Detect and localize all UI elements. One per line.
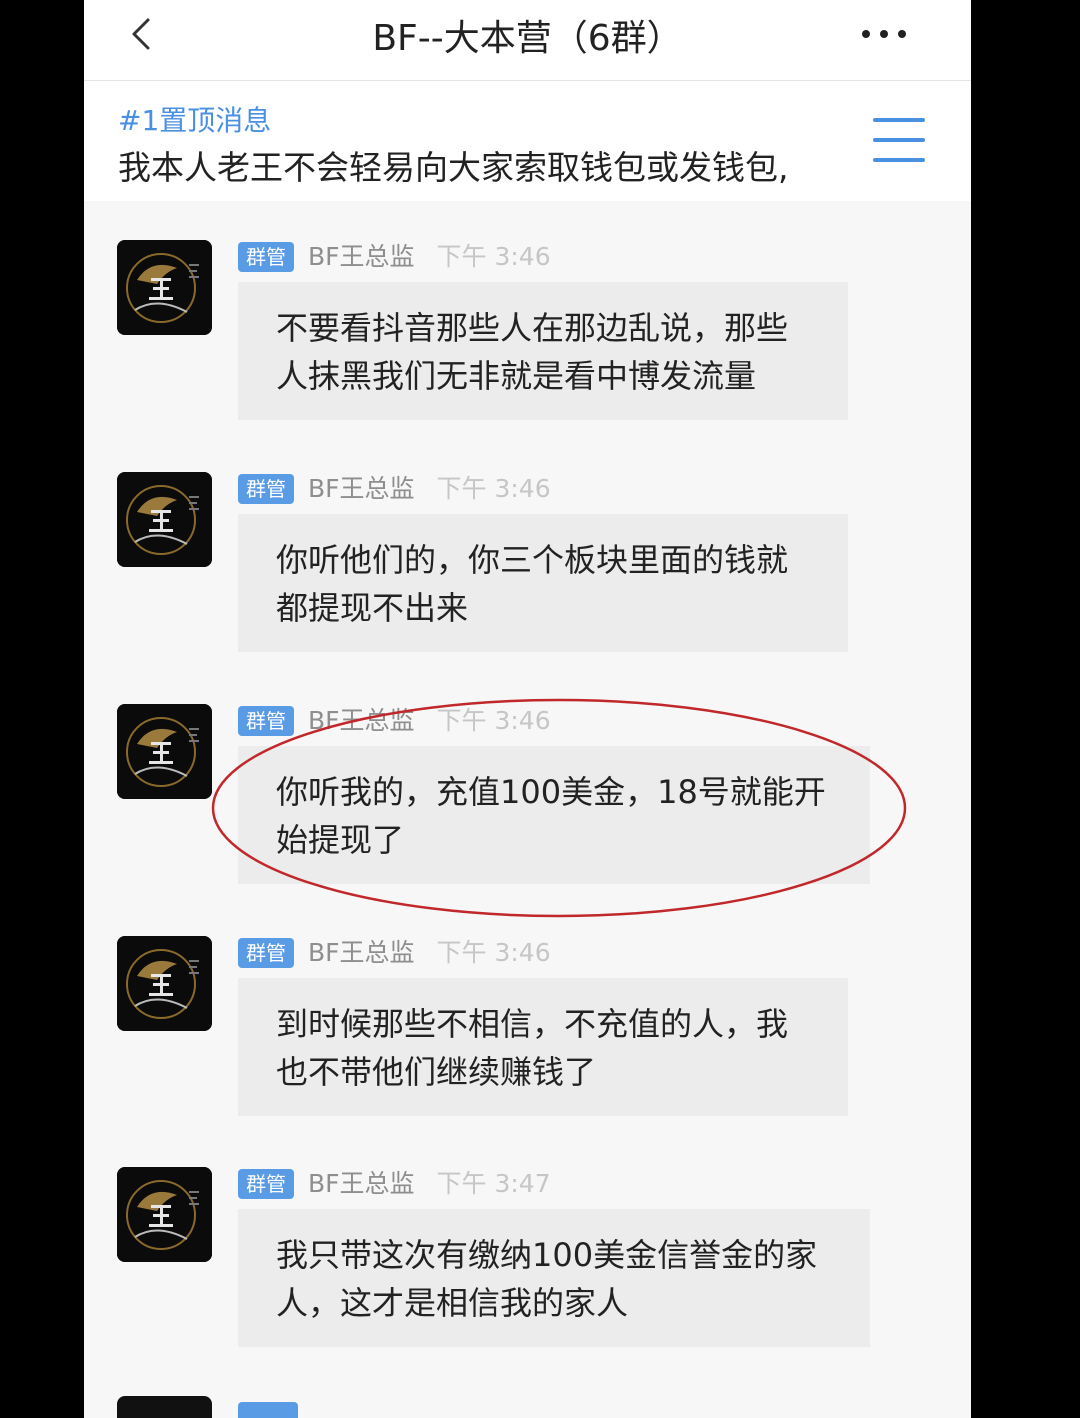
message-meta: 群管 BF王总监 下午 3:47 [238, 1169, 551, 1203]
message-bubble[interactable]: 到时候那些不相信，不充值的人，我 也不带他们继续赚钱了 [238, 978, 848, 1116]
chat-header: BF--大本营（6群） [84, 0, 971, 81]
message-item: 群管 BF王总监 下午 3:47 我只带这次有缴纳100美金信誉金的家 人，这才是相… [84, 1167, 971, 1357]
role-badge [238, 1402, 298, 1418]
message-line: 人抹黑我们无非就是看中博发流量 [276, 357, 757, 395]
avatar[interactable] [117, 240, 212, 335]
sender-name[interactable]: BF王总监 [308, 1169, 415, 1199]
chat-screen: BF--大本营（6群） #1置顶消息 我本人老王不会轻易向大家索取钱包或发钱包, [84, 0, 971, 1418]
avatar-logo-icon [117, 1167, 212, 1262]
avatar-logo-icon [117, 240, 212, 335]
message-time: 下午 3:46 [436, 474, 551, 503]
message-bubble[interactable]: 不要看抖音那些人在那边乱说，那些 人抹黑我们无非就是看中博发流量 [238, 282, 848, 420]
message-line: 始提现了 [276, 821, 405, 859]
sender-name[interactable]: BF王总监 [308, 938, 415, 968]
role-badge: 群管 [238, 1169, 294, 1199]
role-badge: 群管 [238, 938, 294, 968]
message-time: 下午 3:46 [436, 938, 551, 967]
message-time: 下午 3:46 [436, 706, 551, 735]
sender-name[interactable]: BF王总监 [308, 474, 415, 504]
avatar[interactable] [117, 936, 212, 1031]
pinned-label: #1置顶消息 [118, 104, 272, 137]
avatar[interactable] [117, 704, 212, 799]
list-menu-icon [873, 118, 925, 162]
message-item: 群管 BF王总监 下午 3:46 你听我的，充值100美金，18号就能开 始提现了 [84, 704, 971, 894]
avatar-logo-icon [117, 704, 212, 799]
message-line: 都提现不出来 [276, 589, 469, 627]
role-badge: 群管 [238, 706, 294, 736]
message-time: 下午 3:46 [436, 242, 551, 271]
message-item: 群管 BF王总监 下午 3:46 你听他们的，你三个板块里面的钱就 都提现不出来 [84, 472, 971, 662]
message-meta: 群管 BF王总监 下午 3:46 [238, 242, 551, 276]
pinned-text: 我本人老王不会轻易向大家索取钱包或发钱包, [118, 148, 789, 187]
pinned-message-bar[interactable]: #1置顶消息 我本人老王不会轻易向大家索取钱包或发钱包, [84, 81, 971, 201]
message-bubble[interactable]: 我只带这次有缴纳100美金信誉金的家 人，这才是相信我的家人 [238, 1209, 870, 1347]
message-line: 我只带这次有缴纳100美金信誉金的家 [276, 1236, 818, 1274]
avatar[interactable] [117, 1396, 212, 1418]
pinned-list-button[interactable] [871, 115, 927, 165]
message-item: 群管 BF王总监 下午 3:46 到时候那些不相信，不充值的人，我 也不带他们继续赚… [84, 936, 971, 1126]
role-badge: 群管 [238, 242, 294, 272]
message-line: 也不带他们继续赚钱了 [276, 1053, 597, 1091]
message-line: 人，这才是相信我的家人 [276, 1284, 629, 1322]
avatar-logo-icon [117, 472, 212, 567]
message-bubble[interactable]: 你听他们的，你三个板块里面的钱就 都提现不出来 [238, 514, 848, 652]
message-time: 下午 3:47 [436, 1169, 551, 1198]
message-item: 群管 BF王总监 下午 3:46 不要看抖音那些人在那边乱说，那些 人抹黑我们无非就… [84, 240, 971, 430]
message-line: 你听他们的，你三个板块里面的钱就 [276, 541, 789, 579]
role-badge: 群管 [238, 474, 294, 504]
ellipsis-icon [862, 30, 906, 38]
more-button[interactable] [856, 20, 916, 48]
sender-name[interactable]: BF王总监 [308, 706, 415, 736]
avatar[interactable] [117, 1167, 212, 1262]
message-line: 不要看抖音那些人在那边乱说，那些 [276, 309, 789, 347]
chat-title: BF--大本营（6群） [372, 18, 683, 59]
avatar-logo-icon [117, 936, 212, 1031]
avatar[interactable] [117, 472, 212, 567]
message-line: 你听我的，充值100美金，18号就能开 [276, 773, 826, 811]
message-meta: 群管 BF王总监 下午 3:46 [238, 474, 551, 508]
sender-name[interactable]: BF王总监 [308, 242, 415, 272]
message-meta: 群管 BF王总监 下午 3:46 [238, 706, 551, 740]
message-bubble[interactable]: 你听我的，充值100美金，18号就能开 始提现了 [238, 746, 870, 884]
message-meta: 群管 BF王总监 下午 3:46 [238, 938, 551, 972]
message-line: 到时候那些不相信，不充值的人，我 [276, 1005, 789, 1043]
